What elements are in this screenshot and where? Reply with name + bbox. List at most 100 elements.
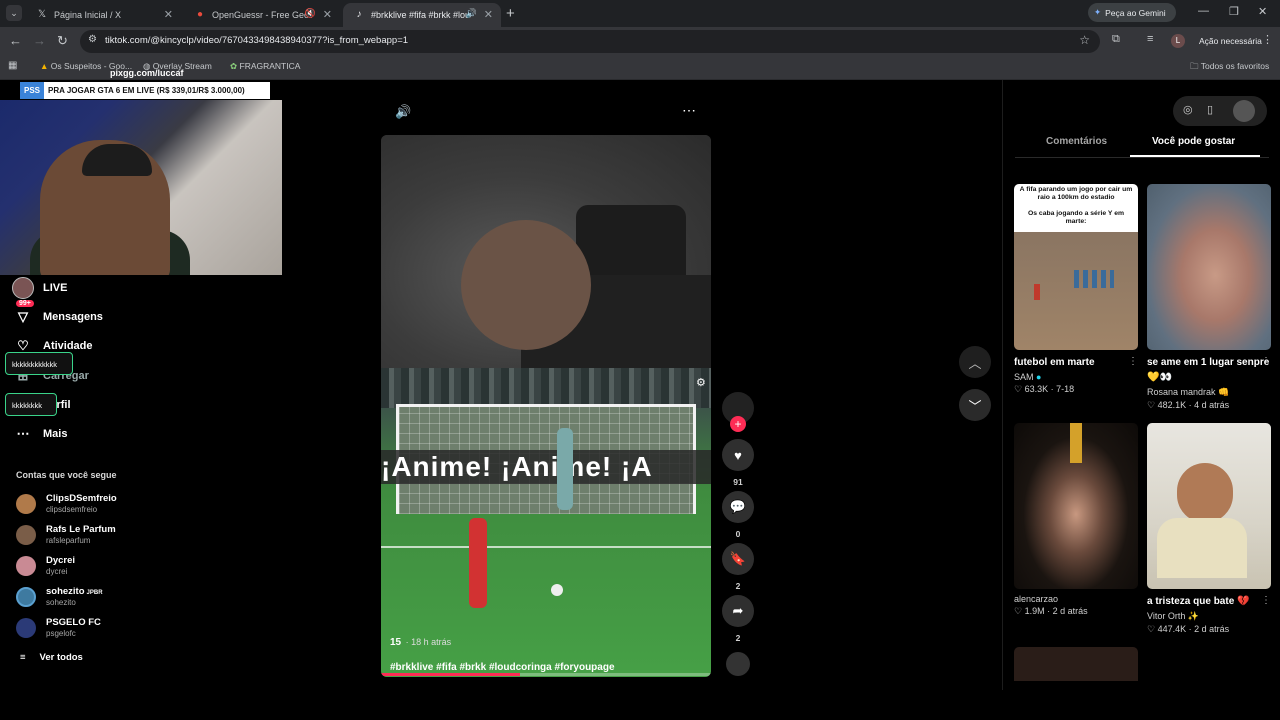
extensions-icon[interactable]: ⧉ <box>1112 33 1120 46</box>
tab-comments[interactable]: Comentários <box>1046 136 1107 147</box>
media-icon[interactable]: ≡ <box>1147 33 1153 45</box>
bookmark-icon: 🔖 <box>722 543 754 575</box>
site-info-icon[interactable]: ⚙ <box>88 34 97 45</box>
more-icon: ⋯ <box>16 426 30 441</box>
recommended-video[interactable]: alencarzao ♡ 1.9M · 2 d atrás <box>1014 423 1138 617</box>
tiktok-icon: ♪ <box>356 9 362 20</box>
panel-avatar[interactable] <box>1233 100 1255 122</box>
like-button[interactable]: ♥ 91 <box>722 439 754 487</box>
recommended-video[interactable]: a tristeza que bate 💔 ⋮ Vitor Orth ✨ ♡ 4… <box>1147 423 1271 635</box>
ad-board-text: ¡Anime! ¡Anime! ¡A <box>381 450 711 484</box>
like-count: 1.9M <box>1024 606 1045 616</box>
nav-messages[interactable]: ▽ 99+ Mensagens <box>12 300 103 328</box>
recommended-video[interactable] <box>1014 647 1138 681</box>
bookmark-item[interactable]: ✿ FRAGRANTICA <box>230 61 300 72</box>
music-disc[interactable] <box>722 652 754 676</box>
save-button[interactable]: 🔖 2 <box>722 543 754 591</box>
avatar <box>16 555 36 576</box>
back-icon[interactable]: ← <box>9 33 22 48</box>
tab-title: Página Inicial / X <box>54 10 122 20</box>
post-time: · 18 h atrás <box>405 637 452 647</box>
save-count: 2 <box>735 581 741 591</box>
minimize-icon[interactable]: — <box>1198 5 1209 17</box>
action-needed-button[interactable]: Ação necessária <box>1199 36 1262 46</box>
more-options-icon[interactable]: ⋮ <box>1261 595 1271 606</box>
tab-openguessr[interactable]: ● OpenGuessr - Free GeoGuessr 🔇 ✕ <box>184 3 340 27</box>
x-logo-icon: 𝕏 <box>37 9 47 20</box>
following-title: Contas que você segue <box>16 470 117 480</box>
comment-button[interactable]: 💬 0 <box>722 491 754 539</box>
volume-icon[interactable]: 🔊 <box>395 104 411 120</box>
apps-icon[interactable]: ▦ <box>8 60 17 71</box>
see-all-following[interactable]: ≡ Ver todos <box>20 652 83 663</box>
close-tab-icon[interactable]: ✕ <box>164 8 173 21</box>
video-thumbnail <box>1147 423 1271 589</box>
reload-icon[interactable]: ↻ <box>57 33 68 49</box>
video-more-icon[interactable]: ⋯ <box>682 102 696 119</box>
nav-more[interactable]: ⋯ Mais <box>12 423 68 445</box>
avatar <box>16 493 36 514</box>
all-bookmarks[interactable]: 🗀 Todos os favoritos <box>1190 61 1269 75</box>
message-icon: ▽ 99+ <box>12 300 34 328</box>
video-author: Vitor Orth ✨ <box>1147 611 1200 621</box>
more-options-icon[interactable]: ⋮ <box>1261 356 1271 367</box>
device-icon[interactable]: ▯ <box>1207 103 1213 116</box>
tab-x[interactable]: 𝕏 Página Inicial / X ✕ <box>26 3 181 27</box>
following-item[interactable]: ClipsDSemfreio clipsdsemfreio <box>16 493 117 514</box>
explore-icon[interactable]: ◎ <box>1183 103 1193 116</box>
forward-icon[interactable]: → <box>33 33 46 48</box>
follow-plus-icon[interactable]: + <box>730 416 746 432</box>
next-video-button[interactable]: ﹀ <box>959 389 991 421</box>
close-tab-icon[interactable]: ✕ <box>484 8 493 21</box>
account-handle: clipsdsemfreio <box>46 505 98 514</box>
gemini-button[interactable]: ✦ Peça ao Gemini <box>1088 3 1176 22</box>
avatar <box>16 524 36 545</box>
progress-fill <box>381 673 520 676</box>
following-item[interactable]: PSGELO FC psgelofc <box>16 617 101 638</box>
close-tab-icon[interactable]: ✕ <box>323 8 332 21</box>
verified-icon: ● <box>1036 372 1042 382</box>
video-thumbnail <box>1014 647 1138 681</box>
tab-search-icon[interactable]: ⌄ <box>6 5 22 21</box>
more-options-icon[interactable]: ⋮ <box>1128 356 1138 367</box>
tab-divider <box>1015 157 1269 158</box>
author-avatar[interactable]: + <box>722 392 754 432</box>
video-hashtags[interactable]: #brkklive #fifa #brkk #loudcoringa #fory… <box>390 662 615 673</box>
nav-live[interactable]: LIVE <box>12 277 67 299</box>
profile-avatar[interactable]: L <box>1171 34 1185 48</box>
audio-playing-icon[interactable]: 🔊 <box>466 8 477 19</box>
like-count: 63.3K <box>1024 384 1049 394</box>
muted-icon[interactable]: 🔇 <box>305 8 316 19</box>
heart-outline-icon: ♡ <box>1014 384 1023 394</box>
following-item[interactable]: Rafs Le Parfum rafsleparfum <box>16 524 116 545</box>
chat-message: kkkkkkkkkkkk <box>5 352 73 375</box>
close-window-icon[interactable]: ✕ <box>1258 5 1267 18</box>
nav-label: Atividade <box>43 340 93 352</box>
account-name: PSGELO FC <box>46 617 101 628</box>
tab-you-may-like[interactable]: Você pode gostar <box>1152 136 1235 147</box>
openguessr-icon: ● <box>196 9 204 20</box>
bookmark-label: FRAGRANTICA <box>239 61 301 71</box>
reaction-cam <box>381 135 711 375</box>
video-progress-bar[interactable] <box>381 673 711 676</box>
following-item[interactable]: Dycrei dycrei <box>16 555 75 576</box>
restore-icon[interactable]: ❐ <box>1229 5 1239 18</box>
bookmark-star-icon[interactable]: ☆ <box>1079 33 1090 47</box>
video-player[interactable]: ¡Anime! ¡Anime! ¡A ⚙ 15 · 18 h atrás #br… <box>381 135 711 677</box>
following-item[interactable]: sohezito JPBR sohezito <box>16 586 103 607</box>
account-name: Rafs Le Parfum <box>46 524 116 535</box>
video-author: SAM <box>1014 372 1034 382</box>
previous-video-button[interactable]: ︿ <box>959 346 991 378</box>
menu-icon[interactable]: ⋮ <box>1262 33 1273 46</box>
recommended-video[interactable]: A fifa parando um jogo por cair um raio … <box>1014 184 1138 395</box>
address-bar[interactable]: ⚙ tiktok.com/@kincyclp/video/76704334984… <box>80 30 1100 53</box>
share-button[interactable]: ➦ 2 <box>722 595 754 643</box>
recommended-video[interactable]: se ame em 1 lugar senpre💛👀 ⋮ Rosana mand… <box>1147 184 1271 411</box>
tab-tiktok[interactable]: ♪ #brkklive #fifa #brkk #loudc 🔊 ✕ <box>343 3 501 27</box>
new-tab-button[interactable]: + <box>506 5 515 22</box>
message-badge: 99+ <box>16 300 34 307</box>
folder-icon: 🗀 <box>1190 61 1199 71</box>
like-count: 482.1K <box>1157 400 1187 410</box>
settings-icon[interactable]: ⚙ <box>696 376 706 389</box>
nav-label: Mais <box>43 428 68 440</box>
